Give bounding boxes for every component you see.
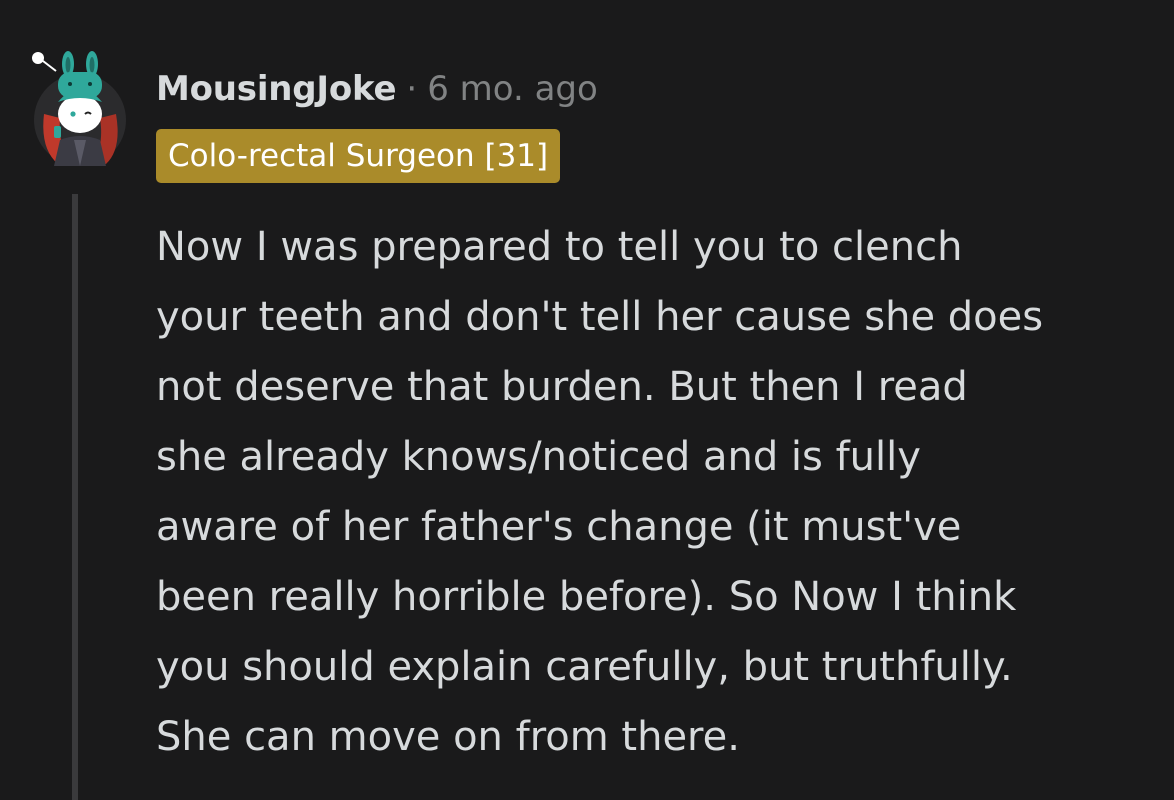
comment-body-line: been really horrible before). So Now I t… <box>156 574 1017 620</box>
username-link[interactable]: MousingJoke <box>156 69 397 109</box>
timestamp[interactable]: 6 mo. ago <box>427 69 598 109</box>
comment-body-line: she already knows/noticed and is fully <box>156 434 921 480</box>
meta-separator: · <box>406 69 418 109</box>
comment-body-line: your teeth and don't tell her cause she … <box>156 294 1044 340</box>
comment-body-line: not deserve that burden. But then I read <box>156 364 968 410</box>
comment-body: Now I was prepared to tell you to clench… <box>156 212 1146 772</box>
comment-body-line: Now I was prepared to tell you to clench <box>156 224 963 270</box>
comment-body-line: aware of her father's change (it must've <box>156 504 962 550</box>
comment-meta: MousingJoke · 6 mo. ago <box>156 66 598 112</box>
comment-body-line: She can move on from there. <box>156 714 740 760</box>
thread-collapse-line[interactable] <box>72 194 78 800</box>
user-avatar[interactable] <box>30 44 130 168</box>
comment-body-line: you should explain carefully, but truthf… <box>156 644 1013 690</box>
user-flair: Colo-rectal Surgeon [31] <box>156 129 561 183</box>
comment: MousingJoke · 6 mo. ago Colo-rectal Surg… <box>0 0 1174 800</box>
snoo-avatar-icon <box>32 51 126 166</box>
